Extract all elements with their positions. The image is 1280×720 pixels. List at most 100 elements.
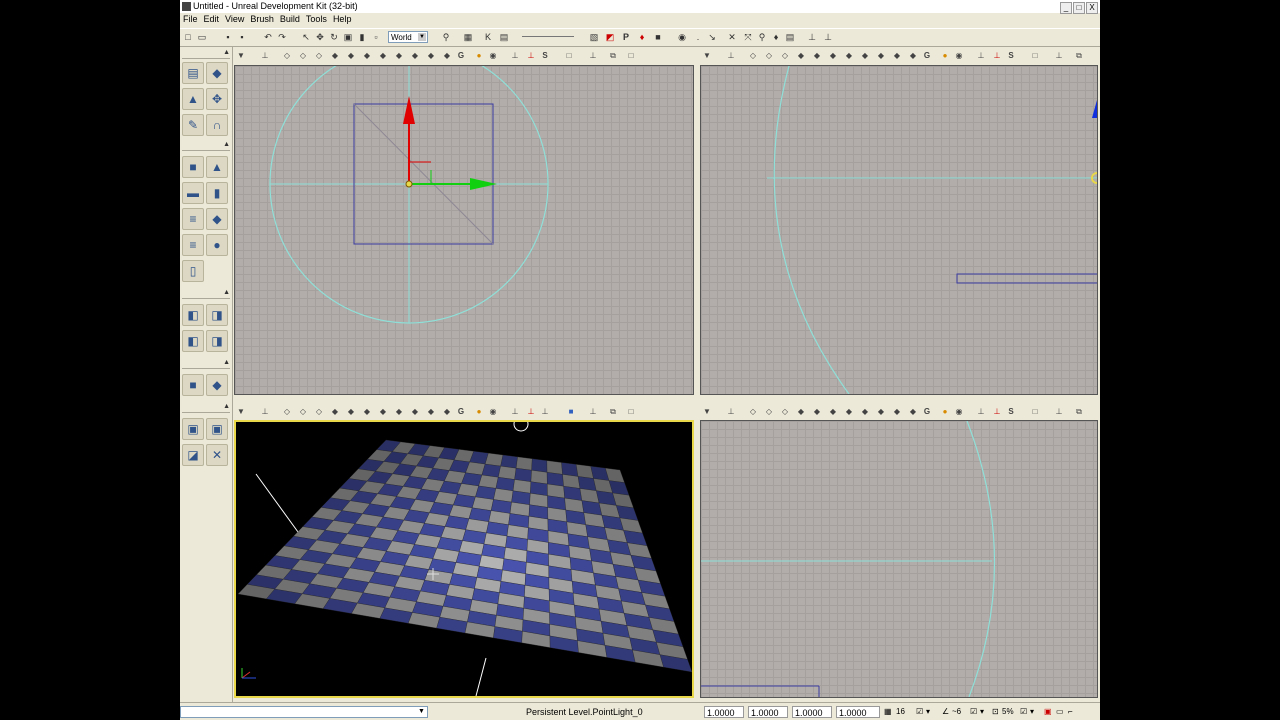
add-special-brush-tool[interactable]: ◆ [206, 374, 228, 396]
camera-icon[interactable]: ♦ [770, 31, 782, 43]
actor-filter-icon[interactable]: ⊥ [976, 407, 986, 417]
coordinate-system-select[interactable]: World ▼ [388, 31, 428, 43]
lock-icon[interactable]: ● [940, 51, 950, 61]
texture-density-icon[interactable]: ◆ [394, 407, 404, 417]
drag-grid-y-field[interactable]: 1.0000 [748, 706, 788, 718]
lit-lightmap-icon[interactable]: ◆ [908, 407, 918, 417]
rotate-mode-icon[interactable]: ↻ [328, 31, 340, 43]
show-all-tool[interactable]: ✕ [206, 444, 228, 466]
actor-filter-icon[interactable]: ⊥ [510, 407, 520, 417]
grid-toggle-icon[interactable]: G [922, 51, 932, 61]
show-icon[interactable]: ◉ [488, 51, 498, 61]
linear-stair-brush-tool[interactable]: ≡ [182, 208, 204, 230]
search-icon[interactable]: ⚲ [440, 31, 452, 43]
menu-build[interactable]: Build [277, 13, 303, 26]
vertex-snap-icon[interactable]: ⌐ [1068, 706, 1073, 718]
csg-subtract-tool[interactable]: ◨ [206, 304, 228, 326]
drag-tool-icon[interactable]: ↘ [706, 31, 718, 43]
csg-deintersect-tool[interactable]: ◨ [206, 330, 228, 352]
lit-icon[interactable]: ◆ [796, 51, 806, 61]
kismet-icon[interactable]: ▦ [462, 31, 474, 43]
sphere-brush-tool[interactable]: ● [206, 234, 228, 256]
front-viewport[interactable] [700, 420, 1098, 698]
detail-lighting-icon[interactable]: ◆ [812, 51, 822, 61]
rotation-snap-dropdown-icon[interactable]: ▾ [980, 706, 984, 718]
texture-density-icon[interactable]: ◆ [860, 407, 870, 417]
split-view-icon[interactable]: ⧉ [608, 51, 618, 61]
brush-wire-icon[interactable]: ◇ [764, 51, 774, 61]
menu-edit[interactable]: Edit [201, 13, 223, 26]
place-actor-icon[interactable]: ⊥ [822, 31, 834, 43]
light-complexity-icon[interactable]: ◆ [378, 407, 388, 417]
scale-nonuniform-icon[interactable]: ▮ [356, 31, 368, 43]
top-viewport[interactable] [234, 65, 694, 395]
transform-icon[interactable]: ⤧ [742, 31, 754, 43]
show-icon[interactable]: ◉ [954, 407, 964, 417]
lightmap-density-icon[interactable]: ◆ [426, 407, 436, 417]
unlit-icon[interactable]: ◇ [780, 407, 790, 417]
terrain-mode-tool[interactable]: ▲ [182, 88, 204, 110]
camera-mode-tool[interactable]: ▤ [182, 62, 204, 84]
scale-snap-dropdown-icon[interactable]: ▾ [1030, 706, 1034, 718]
play-on-pc-icon[interactable]: . [692, 31, 704, 43]
lighting-only-icon[interactable]: ◆ [828, 407, 838, 417]
shader-complexity-icon[interactable]: ◆ [876, 407, 886, 417]
light-complexity-icon[interactable]: ◆ [844, 407, 854, 417]
rotation-snap-icon[interactable]: ∠ [942, 706, 949, 718]
matinee-icon[interactable]: K [482, 31, 494, 43]
show-icon[interactable]: ◉ [954, 51, 964, 61]
menu-view[interactable]: View [222, 13, 247, 26]
build-all-icon[interactable]: ■ [652, 31, 664, 43]
lighting-only-icon[interactable]: ◆ [362, 407, 372, 417]
detail-lighting-icon[interactable]: ◆ [346, 407, 356, 417]
viewport-menu-icon[interactable]: ▼ [236, 51, 246, 61]
show-selected-tool[interactable]: ▣ [182, 418, 204, 440]
show-icon[interactable]: ◉ [488, 407, 498, 417]
maximize-viewport-icon[interactable]: ■ [566, 407, 576, 417]
point-light-icon[interactable] [405, 180, 413, 188]
viewport-menu-icon[interactable]: ▼ [236, 407, 246, 417]
point-light-sprite-icon[interactable] [513, 422, 529, 432]
drag-grid-x-field[interactable]: 1.0000 [704, 706, 744, 718]
content-browser-icon[interactable]: ▤ [498, 31, 510, 43]
grid-toggle-checkbox[interactable]: ☑ [916, 706, 923, 718]
rotation-snap-checkbox[interactable]: ☑ [970, 706, 977, 718]
sheet-brush-tool[interactable]: ◆ [206, 208, 228, 230]
maximize-viewport-icon[interactable]: □ [564, 51, 574, 61]
drag-mode-icon[interactable]: ▭ [1056, 706, 1064, 718]
texture-density-icon[interactable]: ◆ [860, 51, 870, 61]
scale-snap-icon[interactable]: ⊡ [992, 706, 999, 718]
realtime-icon[interactable]: ⊥ [992, 407, 1002, 417]
scale-snap-checkbox[interactable]: ☑ [1020, 706, 1027, 718]
actor-filter-icon[interactable]: ⊥ [510, 51, 520, 61]
viewport-menu-icon[interactable]: ▼ [702, 51, 712, 61]
lightmap-density-icon[interactable]: ◆ [892, 51, 902, 61]
light-complexity-icon[interactable]: ◆ [844, 51, 854, 61]
game-view-icon[interactable]: ⊥ [540, 407, 550, 417]
curved-stair-brush-tool[interactable]: ▬ [182, 182, 204, 204]
split-view-icon[interactable]: ⧉ [1074, 51, 1084, 61]
play-in-editor-icon[interactable]: ◉ [676, 31, 688, 43]
perspective-view-icon[interactable]: ⊥ [726, 51, 736, 61]
volumetric-brush-tool[interactable]: ▯ [182, 260, 204, 282]
cube-brush-tool[interactable]: ■ [182, 156, 204, 178]
unlit-icon[interactable]: ◇ [314, 407, 324, 417]
brush-wire-icon[interactable]: ◇ [298, 407, 308, 417]
split-view-icon[interactable]: ⧉ [1074, 407, 1084, 417]
build-geometry-icon[interactable]: ▧ [588, 31, 600, 43]
snap-icon[interactable]: ▫ [370, 31, 382, 43]
lit-lightmap-icon[interactable]: ◆ [908, 51, 918, 61]
side-viewport[interactable] [700, 65, 1098, 395]
select-inverse-tool[interactable]: ◪ [182, 444, 204, 466]
grid-snap-icon[interactable]: ▦ [884, 706, 892, 718]
perspective-view-icon[interactable]: ⊥ [260, 407, 270, 417]
drag-grid-z-field[interactable]: 1.0000 [792, 706, 832, 718]
actor-filter-icon[interactable]: ⊥ [976, 51, 986, 61]
lit-icon[interactable]: ◆ [796, 407, 806, 417]
geometry-mode-tool[interactable]: ◆ [206, 62, 228, 84]
zoom-icon[interactable]: ⚲ [756, 31, 768, 43]
cone-brush-tool[interactable]: ▲ [206, 156, 228, 178]
scale-toggle-icon[interactable]: S [1006, 51, 1016, 61]
perspective-view-icon[interactable]: ⊥ [260, 51, 270, 61]
realtime-icon[interactable]: ⊥ [526, 51, 536, 61]
